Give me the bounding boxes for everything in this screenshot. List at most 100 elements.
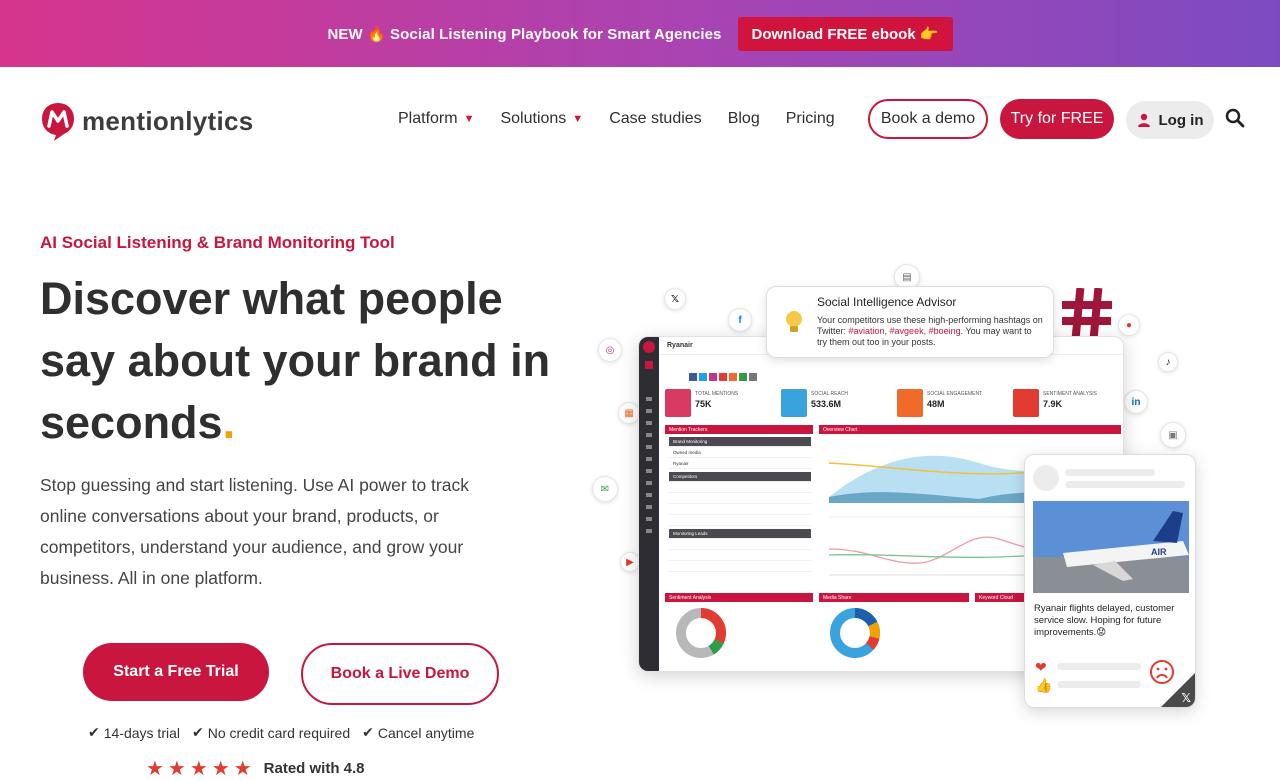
nav-blog-label: Blog [727, 110, 760, 127]
promo-banner: NEW 🔥 Social Listening Playbook for Smar… [0, 0, 1280, 67]
post-placeholder-line [1065, 481, 1185, 488]
perk-item: ✔ Cancel anytime [362, 724, 474, 741]
perk-item: ✔ 14-days trial [88, 724, 180, 741]
post-avatar [1033, 465, 1059, 491]
tracker-row-placeholder [669, 516, 811, 526]
kpi-value: 7.9K [1043, 399, 1063, 409]
rating-stars-icon: ★★★★★ [146, 758, 256, 780]
panel-header-media-share: Media Share [819, 593, 969, 602]
airplane-photo: AIR [1033, 501, 1189, 593]
x-twitter-icon: 𝕏 [664, 288, 686, 310]
nav-pricing[interactable]: Pricing [786, 110, 835, 128]
start-free-trial-button[interactable]: Start a Free Trial [83, 643, 269, 701]
tracker-row: Monitoring Leads [669, 529, 811, 539]
tracker-row-placeholder [669, 505, 811, 515]
podcast-icon: ▣ [1160, 422, 1186, 448]
reach-icon [781, 389, 807, 417]
kpi-label: SENTIMENT ANALYSIS [1043, 391, 1097, 397]
tiktok-icon: ♪ [1158, 352, 1178, 372]
kpi-label: SOCIAL ENGAGEMENT [927, 391, 983, 397]
book-live-demo-button[interactable]: Book a Live Demo [301, 643, 499, 705]
perk-label: Cancel anytime [377, 724, 475, 741]
logo-text: mentionlytics [82, 105, 254, 136]
panel-header-sentiment: Sentiment Analysis [665, 593, 813, 602]
panel-header-overview: Overview Chart [819, 425, 1121, 434]
kpi-value: 75K [695, 399, 712, 409]
promo-text: NEW 🔥 Social Listening Playbook for Smar… [327, 25, 722, 43]
youtube-icon: ▶ [620, 552, 640, 572]
try-free-button[interactable]: Try for FREE [1000, 99, 1114, 139]
site-header: mentionlytics Platform ▼ Solutions ▼ Cas… [0, 67, 1280, 171]
filter-chips [689, 373, 757, 381]
caret-down-icon: ▼ [572, 113, 584, 125]
like-icon: 👍 [1035, 677, 1053, 693]
kpi-total-mentions: TOTAL MENTIONS 75K [665, 389, 773, 419]
tracker-row-placeholder [669, 551, 811, 561]
kpi-label: TOTAL MENTIONS [695, 391, 739, 397]
login-button[interactable]: Log in [1126, 101, 1214, 139]
kpi-social-engagement: SOCIAL ENGAGEMENT 48M [897, 389, 1005, 419]
hero-eyebrow: AI Social Listening & Brand Monitoring T… [40, 233, 395, 252]
nav-case-studies[interactable]: Case studies [609, 110, 702, 128]
tracker-row-placeholder [669, 494, 811, 504]
perk-item: ✔ No credit card required [192, 724, 350, 741]
post-text: Ryanair flights delayed, customer servic… [1034, 603, 1175, 638]
tracker-row: Ryanair [669, 459, 811, 469]
dashboard-sidebar [639, 337, 659, 671]
post-placeholder-line [1065, 469, 1155, 476]
book-demo-button[interactable]: Book a demo [868, 99, 988, 139]
tracker-row-placeholder [669, 540, 811, 550]
advisor-body: Your competitors use these high-performi… [817, 315, 1043, 348]
x-logo-icon: 𝕏 [1181, 691, 1191, 705]
heart-icon: ❤ [1035, 659, 1047, 675]
nav-pricing-label: Pricing [785, 110, 835, 127]
hero-title: Discover what people say about your bran… [40, 268, 560, 454]
instagram-icon: ◎ [598, 338, 622, 362]
tracker-row: Brand Monitoring [669, 437, 811, 447]
advisor-hashtags: #aviation, #avgeek, #boeing [848, 326, 961, 336]
main-nav: Platform ▼ Solutions ▼ Case studies Blog… [398, 110, 861, 128]
perk-label: No credit card required [207, 724, 351, 741]
social-intelligence-advisor-card: Social Intelligence Advisor Your competi… [766, 286, 1054, 358]
hero-illustration: 𝕏 f ◎ ▤ ● ♪ in ▣ ✉ ▶ ▦ Ryanair TOTAL MEN… [590, 260, 1230, 720]
kpi-social-reach: SOCIAL REACH 533.6M [781, 389, 889, 419]
nav-case-studies-label: Case studies [609, 110, 702, 127]
hero-title-text: Discover what people say about your bran… [40, 273, 551, 448]
check-icon: ✔ [362, 724, 374, 740]
nav-platform[interactable]: Platform ▼ [398, 110, 474, 128]
sentiment-donut-chart [676, 608, 726, 658]
logo-icon [42, 103, 74, 141]
login-label: Log in [1158, 111, 1204, 129]
social-post-card: AIR Ryanair flights delayed, customer se… [1024, 454, 1196, 708]
tracker-row-placeholder [669, 483, 811, 493]
post-placeholder-line [1057, 663, 1141, 670]
lightbulb-icon [786, 311, 802, 332]
nav-solutions[interactable]: Solutions ▼ [500, 110, 583, 128]
advisor-title: Social Intelligence Advisor [817, 295, 957, 309]
engagement-icon [897, 389, 923, 417]
nav-solutions-label: Solutions [500, 110, 567, 127]
rating-text: Rated with 4.8 [263, 760, 365, 777]
check-icon: ✔ [88, 724, 100, 740]
rating-row: ★★★★★ Rated with 4.8 [146, 756, 365, 781]
panel-header-trackers: Mention Trackers [665, 425, 813, 434]
kpi-value: 533.6M [811, 399, 842, 409]
caret-down-icon: ▼ [463, 113, 475, 125]
tracker-row: Owned media [669, 448, 811, 458]
mentions-icon [665, 389, 691, 417]
kpi-label: SOCIAL REACH [811, 391, 849, 397]
user-icon [1137, 113, 1150, 127]
hero-description: Stop guessing and start listening. Use A… [40, 475, 469, 588]
search-icon[interactable] [1224, 107, 1246, 129]
tracker-row-placeholder [669, 562, 811, 572]
download-ebook-button[interactable]: Download FREE ebook 👉 [737, 16, 953, 51]
nav-blog[interactable]: Blog [728, 110, 760, 128]
linkedin-icon: in [1124, 390, 1148, 414]
reddit-icon: ● [1118, 314, 1140, 336]
facebook-icon: f [728, 308, 752, 332]
nav-platform-label: Platform [398, 110, 458, 127]
hero-title-dot: . [222, 397, 236, 448]
logo[interactable]: mentionlytics [40, 101, 254, 141]
hashtag-icon [1062, 288, 1112, 338]
calendar-icon: ▦ [618, 402, 640, 424]
